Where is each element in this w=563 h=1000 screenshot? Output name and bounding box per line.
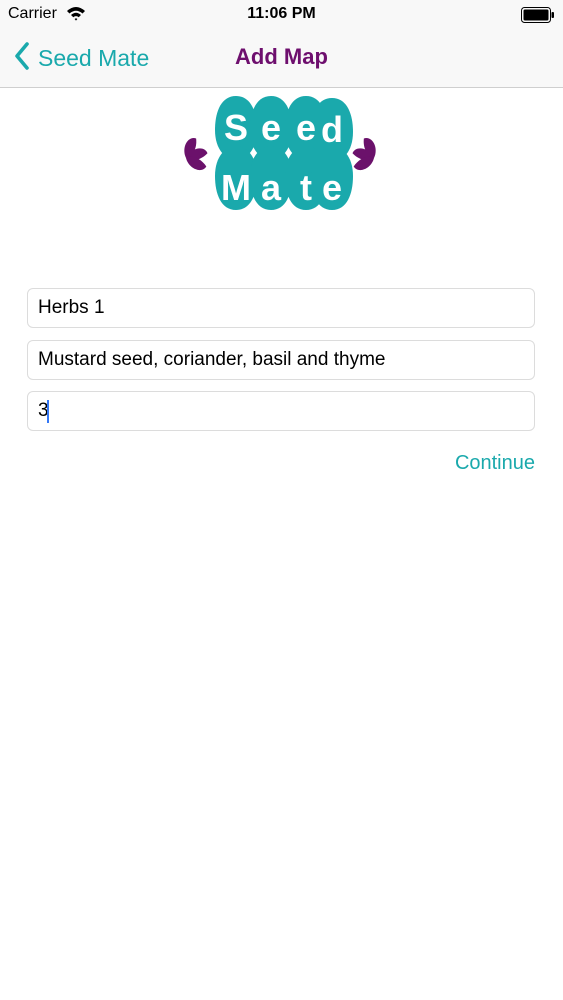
continue-button[interactable]: Continue <box>455 452 535 475</box>
logo-letter: e <box>296 107 316 148</box>
logo-letter: t <box>300 167 312 208</box>
navigation-bar: Seed Mate Add Map <box>0 30 563 88</box>
logo-letter: M <box>221 167 251 208</box>
status-bar: Carrier 11:06 PM <box>0 0 563 30</box>
logo-letter: e <box>261 107 281 148</box>
logo-letter: S <box>224 107 248 148</box>
text-cursor <box>47 400 49 423</box>
logo-letter: a <box>261 167 282 208</box>
map-size-field[interactable] <box>27 391 535 431</box>
seed-mate-logo: S e e d M a t e <box>179 96 381 219</box>
logo-letter: d <box>321 109 343 150</box>
map-name-field[interactable] <box>27 288 535 328</box>
page-title: Add Map <box>235 44 328 69</box>
clock-time: 11:06 PM <box>247 5 316 22</box>
logo-letter: e <box>322 167 342 208</box>
battery-icon <box>521 7 555 28</box>
map-description-field[interactable] <box>27 340 535 380</box>
